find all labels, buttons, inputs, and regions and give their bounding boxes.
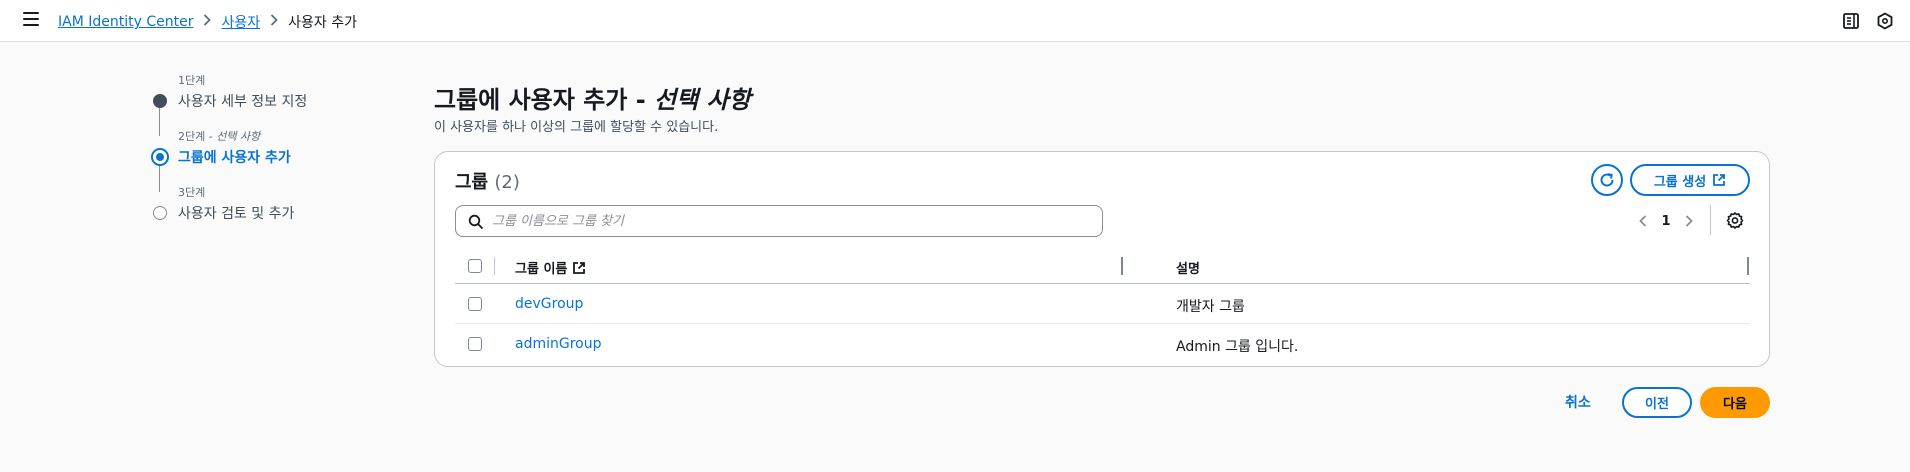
- step-1-title: 사용자 세부 정보 지정: [178, 94, 308, 110]
- page-description: 이 사용자를 하나 이상의 그룹에 할당할 수 있습니다.: [434, 120, 719, 135]
- groups-container: 그룹 (2) 그룹 생성 1 그룹 이름 설명: [434, 151, 1770, 367]
- breadcrumb-users[interactable]: 사용자: [221, 12, 260, 32]
- step-3-number: 3단계: [178, 186, 206, 199]
- step-connector: [159, 164, 160, 192]
- search-input[interactable]: [492, 209, 1092, 233]
- chevron-left-icon[interactable]: [1631, 209, 1655, 233]
- cancel-button[interactable]: 취소: [1565, 392, 1591, 412]
- column-label: 그룹 이름: [515, 262, 568, 277]
- feedback-icon[interactable]: [1875, 11, 1895, 31]
- page-title: 그룹에 사용자 추가 - 선택 사항: [434, 86, 751, 114]
- groups-table: 그룹 이름 설명 devGroup 개발자 그룹 adminGroup Admi…: [455, 249, 1750, 364]
- external-link-icon: [1713, 174, 1726, 186]
- pager-divider: [1710, 205, 1711, 235]
- page-number[interactable]: 1: [1655, 214, 1677, 229]
- chevron-right-icon[interactable]: [1677, 209, 1701, 233]
- breadcrumb: IAM Identity Center 사용자 사용자 추가: [58, 12, 357, 32]
- top-navigation-bar: IAM Identity Center 사용자 사용자 추가: [0, 0, 1910, 42]
- step-2-title[interactable]: 그룹에 사용자 추가: [178, 147, 291, 167]
- create-group-label: 그룹 생성: [1653, 174, 1707, 190]
- column-divider: [494, 257, 495, 275]
- breadcrumb-iam-identity-center[interactable]: IAM Identity Center: [58, 14, 193, 30]
- settings-icon[interactable]: [1725, 211, 1745, 231]
- external-link-icon: [573, 261, 586, 274]
- step-connector: [159, 108, 160, 136]
- chevron-right-icon: [270, 14, 278, 30]
- step-3-title: 사용자 검토 및 추가: [178, 206, 295, 222]
- table-row: devGroup 개발자 그룹: [455, 284, 1750, 324]
- step-complete-indicator: [153, 94, 167, 108]
- step-2-number: 2단계 - 선택 사항: [178, 130, 261, 143]
- column-header-description[interactable]: 설명: [1176, 258, 1200, 277]
- group-description: 개발자 그룹: [1176, 299, 1245, 315]
- next-button[interactable]: 다음: [1700, 387, 1770, 418]
- column-header-group-name[interactable]: 그룹 이름: [515, 258, 586, 277]
- breadcrumb-current: 사용자 추가: [288, 15, 357, 31]
- column-resizer[interactable]: [1747, 257, 1749, 275]
- table-header: 그룹 이름 설명: [455, 249, 1750, 284]
- create-group-button[interactable]: 그룹 생성: [1630, 164, 1750, 196]
- step-pending-indicator: [153, 206, 167, 220]
- column-resizer[interactable]: [1121, 257, 1123, 275]
- notes-icon[interactable]: [1841, 11, 1861, 31]
- group-name-link[interactable]: adminGroup: [515, 336, 602, 352]
- step-active-indicator: [151, 148, 169, 166]
- search-icon: [468, 214, 484, 230]
- menu-icon[interactable]: [23, 12, 39, 26]
- row-checkbox[interactable]: [468, 337, 482, 351]
- groups-header: 그룹 (2): [455, 172, 520, 193]
- group-search-field[interactable]: [455, 205, 1103, 237]
- refresh-icon: [1600, 173, 1614, 187]
- select-all-checkbox[interactable]: [468, 259, 482, 273]
- pagination: 1: [1631, 205, 1701, 237]
- chevron-right-icon: [203, 14, 212, 30]
- refresh-button[interactable]: [1591, 164, 1623, 196]
- table-row: adminGroup Admin 그룹 입니다.: [455, 324, 1750, 364]
- row-checkbox[interactable]: [468, 297, 482, 311]
- previous-button[interactable]: 이전: [1622, 387, 1692, 418]
- group-name-link[interactable]: devGroup: [515, 296, 583, 312]
- step-1-number: 1단계: [178, 74, 206, 87]
- group-description: Admin 그룹 입니다.: [1176, 339, 1299, 355]
